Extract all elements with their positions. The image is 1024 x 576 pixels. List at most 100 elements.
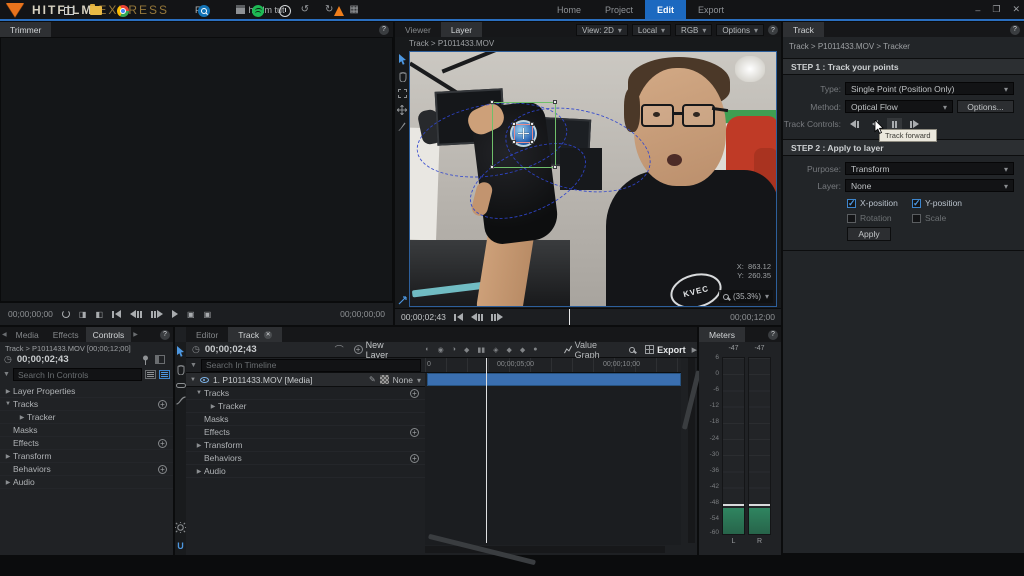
chevron-down-icon[interactable]	[417, 375, 421, 385]
list-view-icon[interactable]	[145, 370, 156, 379]
dropper-tool-icon[interactable]	[398, 122, 406, 132]
y-position-checkbox[interactable]	[912, 199, 921, 208]
next-keyframe-icon[interactable]: ◑	[452, 346, 456, 353]
timeline-track-area[interactable]	[425, 386, 681, 545]
go-to-start-button[interactable]	[112, 310, 121, 318]
select-tool-icon[interactable]	[398, 54, 407, 65]
tree-row-behaviors[interactable]: Behaviors+	[0, 463, 173, 476]
next-frame-button[interactable]	[151, 310, 163, 318]
help-icon[interactable]	[768, 330, 778, 340]
channel-dropdown[interactable]: RGB	[675, 24, 712, 36]
controls-search-input[interactable]	[13, 368, 142, 381]
snapshot-icon[interactable]: ▣	[204, 310, 212, 319]
set-out-point-icon[interactable]: ◨	[79, 310, 87, 319]
tree-row-effects[interactable]: Effects+	[186, 426, 425, 439]
workspace-grid-icon[interactable]: ▦	[349, 4, 358, 15]
value-graph-button[interactable]: Value Graph	[564, 340, 620, 360]
close-tab-icon[interactable]: ✕	[264, 331, 272, 339]
tracker-handle[interactable]	[553, 165, 557, 169]
hand-tool-icon[interactable]	[176, 365, 185, 375]
layer-dropdown[interactable]: None	[845, 179, 1014, 192]
tracker-handle[interactable]	[530, 140, 534, 144]
tracker-handle[interactable]	[490, 165, 494, 169]
purpose-dropdown[interactable]: Transform	[845, 162, 1014, 175]
add-icon[interactable]: +	[410, 389, 419, 398]
collapse-icon[interactable]: ▼	[190, 377, 196, 383]
undo-icon[interactable]: ↺	[301, 4, 309, 15]
scale-checkbox[interactable]	[912, 214, 921, 223]
add-icon[interactable]: +	[158, 439, 167, 448]
tab-media[interactable]: Media	[9, 327, 46, 342]
track-backward-one-frame-button[interactable]	[847, 118, 862, 131]
export-button[interactable]: Export	[645, 345, 686, 355]
method-dropdown[interactable]: Optical Flow	[845, 100, 953, 113]
settings-gear-icon[interactable]	[175, 522, 186, 533]
tree-row-tracks[interactable]: ▼Tracks+	[186, 387, 425, 400]
keyframe-hold-icon[interactable]: ▮▮	[477, 346, 485, 354]
prev-keyframe-icon[interactable]: ◐	[425, 346, 429, 353]
region-tool-icon[interactable]	[398, 89, 407, 98]
tree-row-transform[interactable]: ▶Transform	[186, 439, 425, 452]
previous-frame-button[interactable]	[471, 313, 483, 321]
tab-controls[interactable]: Controls	[86, 327, 132, 342]
tracker-handle[interactable]	[530, 122, 534, 126]
timeline-playhead[interactable]	[486, 358, 487, 543]
group-view-icon[interactable]	[159, 370, 170, 379]
split-view-icon[interactable]	[155, 355, 165, 364]
orbit-tool-icon[interactable]	[398, 296, 407, 305]
add-icon[interactable]: +	[410, 454, 419, 463]
tree-row-masks[interactable]: Masks	[0, 424, 173, 437]
timeline-layer-row[interactable]: ▼ 1. P1011433.MOV [Media] ✎ None	[186, 373, 425, 387]
new-layer-button[interactable]: + New Layer	[354, 340, 404, 360]
tree-row-audio[interactable]: ▶Audio	[0, 476, 173, 489]
viewer-playhead[interactable]	[569, 309, 570, 325]
search-zoom-icon[interactable]	[629, 347, 635, 353]
tab-track[interactable]: Track	[783, 22, 824, 37]
export-frame-icon[interactable]: ▣	[187, 310, 195, 319]
tree-row-tracker[interactable]: ▶Tracker	[186, 400, 425, 413]
timeline-ruler[interactable]: 0 00;00;05;00 00;00;10;00	[425, 358, 681, 373]
add-icon[interactable]: +	[410, 428, 419, 437]
visibility-icon[interactable]	[200, 377, 209, 383]
help-icon[interactable]	[768, 25, 778, 35]
snap-icon[interactable]: ⌒	[335, 343, 344, 356]
keyframe-diamond-icon[interactable]: ◆	[507, 346, 512, 354]
tracker-handle[interactable]	[512, 140, 516, 144]
blend-mode-value[interactable]: None	[393, 375, 413, 385]
tab-project[interactable]: Project	[593, 0, 645, 19]
keyframe-diamond-icon[interactable]: ◆	[520, 346, 525, 354]
tab-scroll-right-icon[interactable]: ▶	[133, 331, 138, 338]
tree-row-tracker[interactable]: ▶Tracker	[0, 411, 173, 424]
header-more-icon[interactable]: ▶	[692, 346, 697, 354]
timeline-search-input[interactable]	[201, 359, 421, 372]
space-dropdown[interactable]: Local	[632, 24, 671, 36]
tab-viewer[interactable]: Viewer	[395, 22, 441, 37]
viewer-zoom-control[interactable]: (35.3%)	[719, 290, 773, 303]
restore-button[interactable]: ❐	[992, 4, 1000, 15]
redo-icon[interactable]: ↻	[325, 4, 333, 15]
hand-tool-icon[interactable]	[398, 72, 407, 82]
close-button[interactable]: ✕	[1012, 4, 1020, 15]
tab-layer[interactable]: Layer	[441, 22, 482, 37]
next-frame-button[interactable]	[491, 313, 503, 321]
x-position-checkbox[interactable]	[847, 199, 856, 208]
tab-effects[interactable]: Effects	[46, 327, 86, 342]
tab-home[interactable]: Home	[545, 0, 593, 19]
tree-row-layer-properties[interactable]: ▶Layer Properties	[0, 385, 173, 398]
tab-editor[interactable]: Editor	[186, 327, 228, 342]
tab-trimmer[interactable]: Trimmer	[0, 22, 51, 37]
edit-pencil-icon[interactable]: ✎	[369, 375, 376, 384]
help-icon[interactable]	[379, 25, 389, 35]
tab-meters[interactable]: Meters	[699, 327, 745, 342]
universal-badge[interactable]: U	[177, 541, 184, 551]
media-clip-bar[interactable]	[427, 373, 681, 386]
tab-track-timeline[interactable]: Track✕	[228, 327, 282, 342]
play-button[interactable]	[172, 310, 178, 318]
tab-scroll-left-icon[interactable]: ◀	[2, 331, 7, 338]
tracker-handle[interactable]	[553, 100, 557, 104]
options-button[interactable]: Options...	[957, 100, 1014, 113]
previous-frame-button[interactable]	[130, 310, 142, 318]
keyframe-diamond-icon[interactable]: ◆	[464, 346, 469, 354]
tree-row-effects[interactable]: Effects+	[0, 437, 173, 450]
keyframe-circle-icon[interactable]: ●	[533, 346, 537, 353]
